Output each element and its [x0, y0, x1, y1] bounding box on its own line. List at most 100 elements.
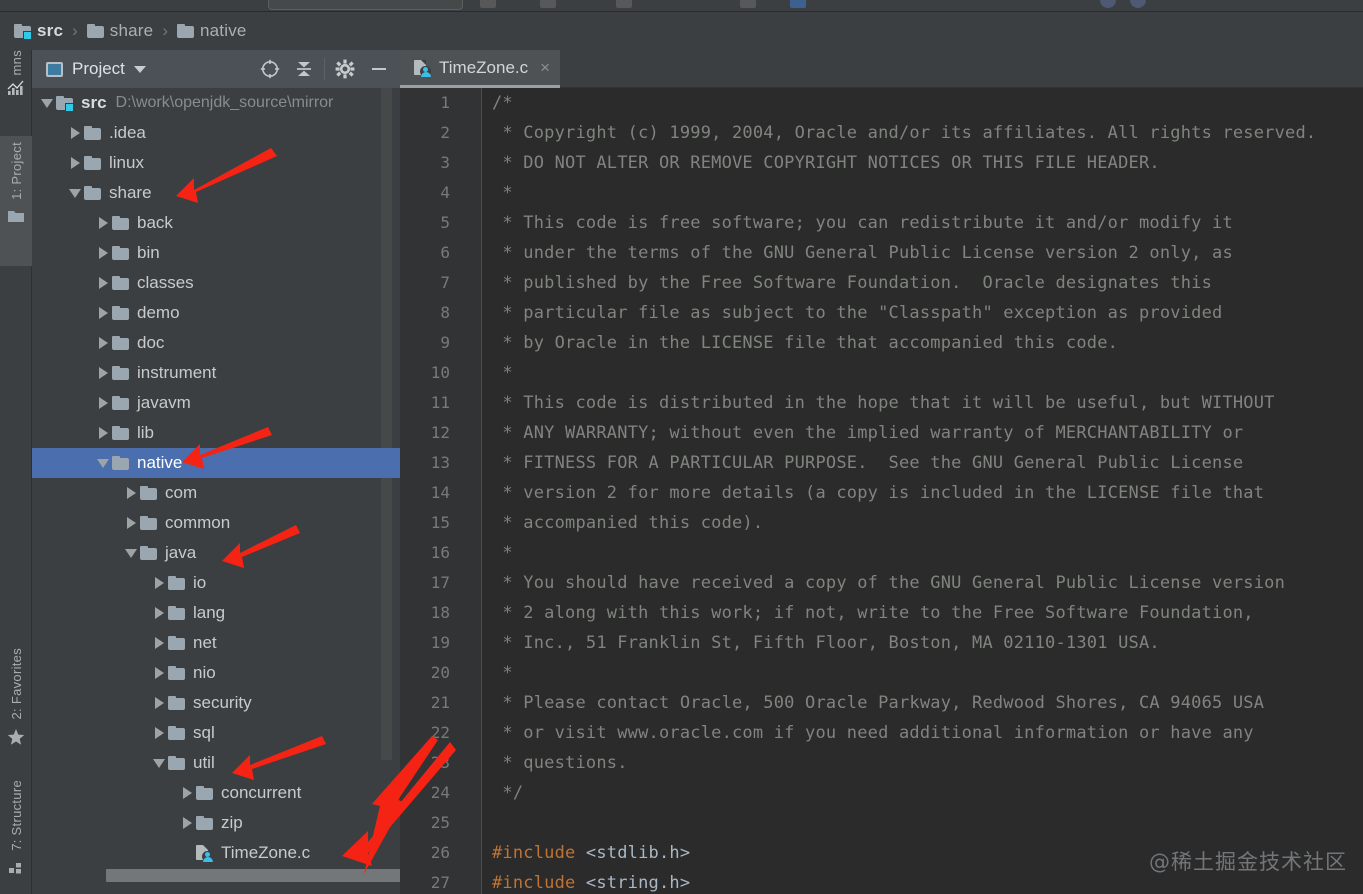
tree-row[interactable]: TimeZone.c — [32, 838, 400, 868]
project-panel-header: Project — [32, 50, 400, 88]
chevron-right-icon[interactable] — [94, 358, 112, 388]
code-text: * — [492, 183, 513, 203]
collapse-all-button[interactable] — [287, 50, 321, 88]
chevron-right-icon[interactable] — [122, 508, 140, 538]
chevron-right-icon[interactable] — [94, 268, 112, 298]
account-icon[interactable] — [1100, 0, 1116, 8]
chevron-right-icon[interactable] — [178, 778, 196, 808]
chevron-right-icon[interactable] — [150, 628, 168, 658]
run-configuration-combo[interactable] — [268, 0, 463, 10]
debug-icon[interactable] — [540, 0, 556, 8]
code-line: 12 * ANY WARRANTY; without even the impl… — [400, 418, 1363, 448]
tree-row[interactable]: lang — [32, 598, 400, 628]
tree-row-label: doc — [137, 333, 165, 352]
chevron-right-icon[interactable] — [94, 238, 112, 268]
code-text: * 2 along with this work; if not, write … — [492, 603, 1254, 623]
tree-row[interactable]: common — [32, 508, 400, 538]
sidebar-item-favorites[interactable]: 2: Favorites — [0, 648, 32, 770]
project-panel-actions — [253, 50, 400, 88]
code-text: * Copyright (c) 1999, 2004, Oracle and/o… — [492, 123, 1317, 143]
tree-row[interactable]: back — [32, 208, 400, 238]
tree-row[interactable]: java — [32, 538, 400, 568]
chevron-down-icon[interactable] — [122, 538, 140, 568]
chevron-right-icon[interactable] — [94, 298, 112, 328]
code-text: * published by the Free Software Foundat… — [492, 273, 1213, 293]
chevron-right-icon[interactable] — [94, 418, 112, 448]
tree-row[interactable]: security — [32, 688, 400, 718]
chevron-down-icon[interactable] — [66, 178, 84, 208]
code-text: * by Oracle in the LICENSE file that acc… — [492, 333, 1119, 353]
chevron-right-icon[interactable] — [150, 688, 168, 718]
chevron-right-icon[interactable] — [150, 718, 168, 748]
tree-row[interactable]: share — [32, 178, 400, 208]
tree-row[interactable]: util — [32, 748, 400, 778]
tree-horizontal-scrollbar[interactable] — [106, 869, 400, 882]
chevron-down-icon[interactable] — [38, 88, 56, 118]
search-everywhere-icon[interactable] — [740, 0, 756, 8]
run-icon[interactable] — [480, 0, 496, 8]
chevron-down-icon[interactable] — [150, 748, 168, 778]
code-text: * or visit www.oracle.com if you need ad… — [492, 723, 1254, 743]
code-text: * DO NOT ALTER OR REMOVE COPYRIGHT NOTIC… — [492, 153, 1160, 173]
coverage-icon[interactable] — [616, 0, 632, 8]
chevron-right-icon[interactable] — [122, 478, 140, 508]
chevron-right-icon[interactable] — [150, 658, 168, 688]
sidebar-item-label: 1: Project — [8, 142, 24, 200]
hide-button[interactable] — [362, 50, 396, 88]
tree-row[interactable]: linux — [32, 148, 400, 178]
tree-row[interactable]: javavm — [32, 388, 400, 418]
close-icon[interactable]: × — [540, 59, 550, 76]
tree-row[interactable]: native — [32, 448, 400, 478]
line-number: 17 — [430, 573, 450, 592]
line-number: 12 — [430, 423, 450, 442]
breadcrumb-item-share[interactable]: share — [86, 12, 154, 50]
folder-icon — [112, 215, 129, 230]
chevron-right-icon[interactable] — [94, 388, 112, 418]
line-number: 23 — [430, 753, 450, 772]
code-line: 13 * FITNESS FOR A PARTICULAR PURPOSE. S… — [400, 448, 1363, 478]
chevron-right-icon[interactable] — [66, 148, 84, 178]
tree-row[interactable]: .idea — [32, 118, 400, 148]
notifications-icon[interactable] — [1130, 0, 1146, 8]
tree-row[interactable]: concurrent — [32, 778, 400, 808]
tree-row[interactable]: zip — [32, 808, 400, 838]
tree-row[interactable]: nio — [32, 658, 400, 688]
scroll-from-source-button[interactable] — [253, 50, 287, 88]
chevron-right-icon[interactable] — [94, 328, 112, 358]
tree-row[interactable]: sql — [32, 718, 400, 748]
tool-button-mns[interactable]: mns — [0, 50, 32, 130]
tree-row[interactable]: net — [32, 628, 400, 658]
chevron-right-icon[interactable] — [178, 808, 196, 838]
tab-timezone-c[interactable]: TimeZone.c × — [400, 50, 561, 88]
toolbar-divider — [324, 58, 325, 80]
chevron-right-icon[interactable] — [150, 568, 168, 598]
tree-row-label: lib — [137, 423, 155, 442]
tree-row[interactable]: com — [32, 478, 400, 508]
sidebar-item-structure[interactable]: 7: Structure — [0, 780, 32, 894]
settings-button[interactable] — [328, 50, 362, 88]
settings-toolbar-icon[interactable] — [790, 0, 806, 8]
code-text: * — [492, 363, 513, 383]
breadcrumb-item-src[interactable]: src — [14, 12, 63, 50]
tree-row-label: zip — [221, 813, 243, 832]
tree-row[interactable]: lib — [32, 418, 400, 448]
tree-row[interactable]: instrument — [32, 358, 400, 388]
chevron-right-icon[interactable] — [94, 208, 112, 238]
chevron-right-icon[interactable] — [150, 598, 168, 628]
tree-row[interactable]: src D:\work\openjdk_source\mirror — [32, 88, 400, 118]
tree-row[interactable]: doc — [32, 328, 400, 358]
tree-row[interactable]: io — [32, 568, 400, 598]
tree-row[interactable]: classes — [32, 268, 400, 298]
breadcrumb-item-native[interactable]: native — [177, 12, 247, 50]
chevron-right-icon[interactable] — [66, 118, 84, 148]
tree-row[interactable]: demo — [32, 298, 400, 328]
chevron-down-icon[interactable] — [94, 448, 112, 478]
sidebar-item-project[interactable]: 1: Project — [0, 136, 32, 266]
include-header: <string.h> — [585, 873, 691, 893]
project-tree[interactable]: src D:\work\openjdk_source\mirror .idea lin… — [32, 88, 400, 894]
chevron-down-icon[interactable] — [133, 65, 146, 73]
tree-row-label: instrument — [137, 363, 217, 382]
code-viewport[interactable]: 1 /* 2 * Copyright (c) 1999, 2004, Oracle … — [400, 88, 1363, 894]
tree-row[interactable]: bin — [32, 238, 400, 268]
folder-icon — [112, 245, 129, 260]
